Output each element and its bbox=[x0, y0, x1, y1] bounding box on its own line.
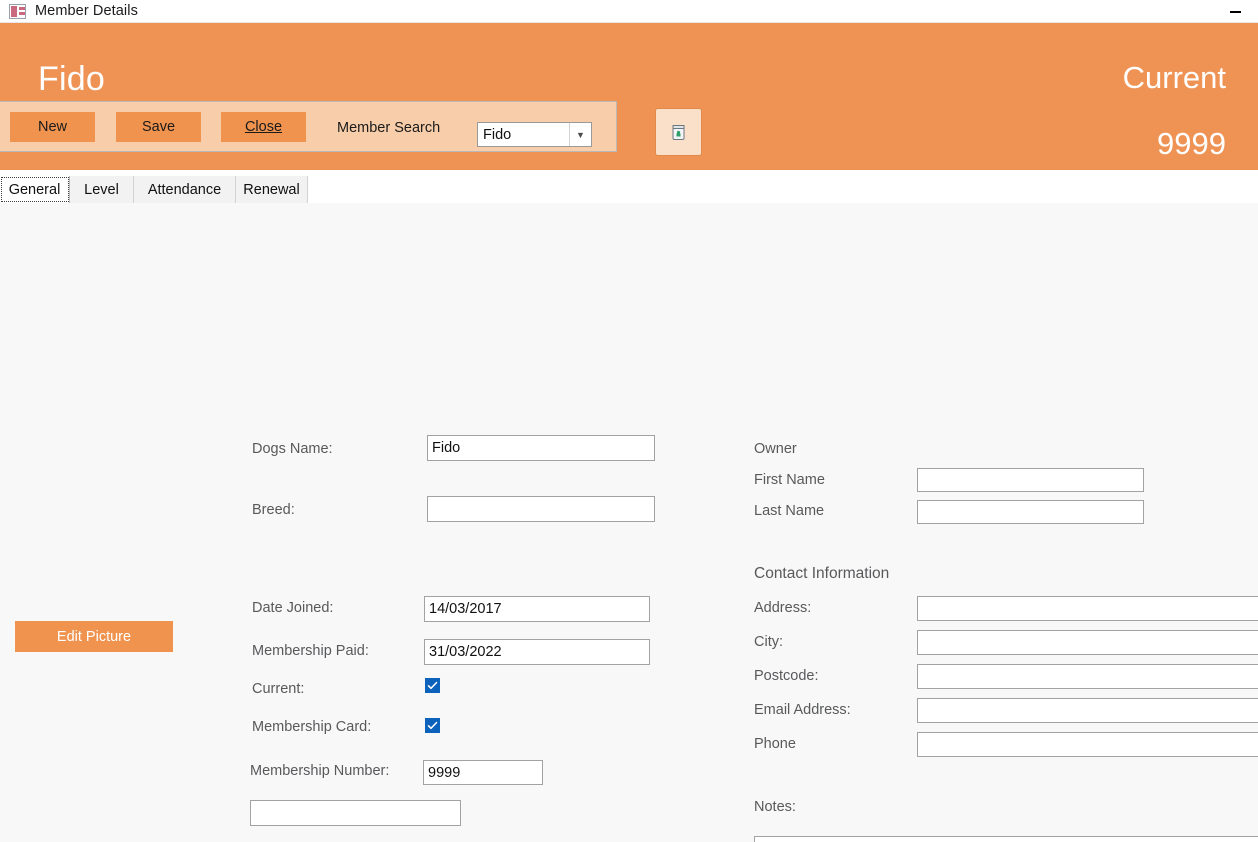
save-button[interactable]: Save bbox=[116, 112, 201, 142]
edit-picture-button[interactable]: Edit Picture bbox=[15, 621, 173, 652]
membership-paid-input[interactable]: 31/03/2022 bbox=[424, 639, 650, 665]
current-label: Current: bbox=[252, 681, 304, 697]
minimize-icon bbox=[1230, 11, 1241, 13]
first-name-input[interactable] bbox=[917, 468, 1144, 492]
membership-card-checkbox[interactable] bbox=[425, 718, 440, 733]
dogs-name-input[interactable]: Fido bbox=[427, 435, 655, 461]
last-name-label: Last Name bbox=[754, 503, 824, 519]
postcode-input[interactable] bbox=[917, 664, 1258, 689]
address-label: Address: bbox=[754, 600, 811, 616]
membership-number-label: Membership Number: bbox=[250, 763, 389, 779]
notes-textarea[interactable] bbox=[754, 836, 1258, 842]
postcode-label: Postcode: bbox=[754, 668, 819, 684]
tab-strip: General Level Attendance Renewal bbox=[0, 176, 1258, 203]
tab-strip-filler bbox=[308, 176, 1258, 203]
window-title-bar: Member Details bbox=[0, 0, 1258, 23]
dogs-name-label: Dogs Name: bbox=[252, 441, 333, 457]
date-joined-label: Date Joined: bbox=[252, 600, 333, 616]
membership-number-input[interactable]: 9999 bbox=[423, 760, 543, 785]
trash-bin-icon bbox=[672, 124, 685, 141]
membership-paid-label: Membership Paid: bbox=[252, 643, 369, 659]
tab-level[interactable]: Level bbox=[70, 176, 134, 203]
address-input[interactable] bbox=[917, 596, 1258, 621]
member-search-value: Fido bbox=[478, 127, 569, 143]
notes-label: Notes: bbox=[754, 799, 796, 815]
first-name-label: First Name bbox=[754, 472, 825, 488]
tab-attendance[interactable]: Attendance bbox=[134, 176, 236, 203]
owner-section-label: Owner bbox=[754, 441, 797, 457]
tab-renewal[interactable]: Renewal bbox=[236, 176, 308, 203]
minimize-button[interactable] bbox=[1212, 0, 1258, 23]
page-title: Fido bbox=[38, 62, 105, 96]
phone-label: Phone bbox=[754, 736, 796, 752]
contact-section-label: Contact Information bbox=[754, 565, 889, 583]
checkmark-icon bbox=[426, 679, 439, 692]
email-address-input[interactable] bbox=[917, 698, 1258, 723]
phone-input[interactable] bbox=[917, 732, 1258, 757]
breed-input[interactable] bbox=[427, 496, 655, 522]
tab-general[interactable]: General bbox=[0, 176, 70, 203]
new-button[interactable]: New bbox=[10, 112, 95, 142]
general-tab-panel: Edit Picture Dogs Name: Fido Breed: Date… bbox=[0, 203, 1258, 842]
last-name-input[interactable] bbox=[917, 500, 1144, 524]
close-button[interactable]: Close bbox=[221, 112, 306, 142]
header-member-number: 9999 bbox=[1157, 128, 1226, 159]
date-joined-input[interactable]: 14/03/2017 bbox=[424, 596, 650, 622]
member-search-combobox[interactable]: Fido ▼ bbox=[477, 122, 592, 147]
delete-record-button[interactable] bbox=[655, 108, 702, 156]
membership-card-label: Membership Card: bbox=[252, 719, 371, 735]
email-address-label: Email Address: bbox=[754, 702, 851, 718]
close-button-label: Close bbox=[245, 119, 282, 135]
checkmark-icon bbox=[426, 719, 439, 732]
window-controls bbox=[1212, 0, 1258, 23]
breed-label: Breed: bbox=[252, 502, 295, 518]
unlabeled-input[interactable] bbox=[250, 800, 461, 826]
city-input[interactable] bbox=[917, 630, 1258, 655]
status-badge: Current bbox=[1123, 62, 1226, 93]
current-checkbox[interactable] bbox=[425, 678, 440, 693]
chevron-down-icon[interactable]: ▼ bbox=[569, 123, 591, 146]
city-label: City: bbox=[754, 634, 783, 650]
member-search-label: Member Search bbox=[337, 120, 440, 136]
window-title: Member Details bbox=[35, 3, 138, 19]
access-form-icon bbox=[9, 4, 26, 19]
